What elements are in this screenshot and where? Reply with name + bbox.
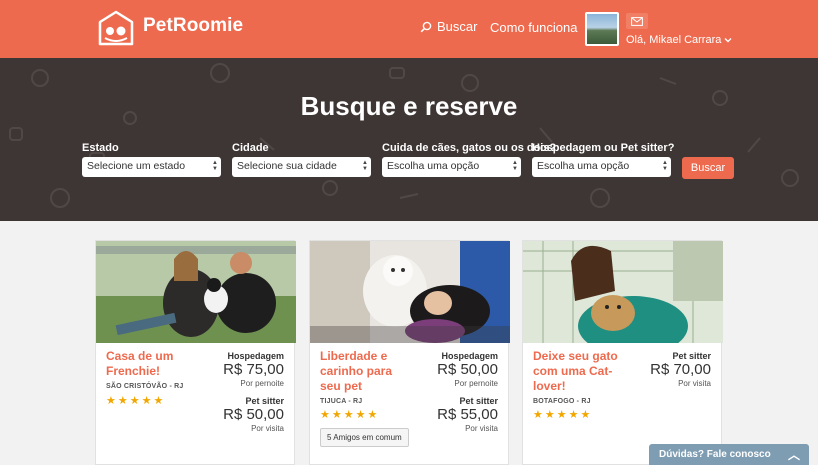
service-unit: Por visita — [251, 424, 284, 433]
star-icon: ★ — [343, 409, 354, 421]
pet-pattern-background — [9, 63, 799, 208]
listing-photo[interactable] — [523, 241, 723, 343]
service-unit: Por visita — [678, 379, 711, 388]
service-pet-sitter: Pet sitter R$ 70,00 Por visita — [650, 351, 711, 388]
state-select-value: Selecione um estado — [87, 160, 186, 172]
service-unit: Por pernoite — [240, 379, 284, 388]
mutual-friends-badge[interactable]: 5 Amigos em comum — [320, 428, 409, 447]
state-label: Estado — [82, 142, 119, 154]
listing-location: SÃO CRISTÓVÃO - RJ — [106, 383, 184, 390]
service-name: Hospedagem — [227, 351, 284, 361]
chevron-down-icon — [724, 38, 732, 43]
service-hosting: Hospedagem R$ 75,00 Por pernoite — [223, 351, 284, 388]
user-greeting: Olá, Mikael Carrara — [626, 34, 722, 46]
city-label: Cidade — [232, 142, 269, 154]
search-button[interactable]: Buscar — [682, 157, 734, 179]
petroomie-logo-icon[interactable] — [97, 10, 135, 46]
pet-type-label: Cuida de cães, gatos ou os dois? — [382, 142, 557, 154]
service-price: R$ 75,00 — [223, 361, 284, 378]
service-name: Hospedagem — [441, 351, 498, 361]
user-avatar[interactable] — [585, 12, 619, 46]
star-icon: ★ — [129, 395, 140, 407]
state-select[interactable]: Selecione um estado ▲ ▼ — [82, 157, 221, 177]
nav-search-label: Buscar — [437, 19, 478, 34]
listing-photo[interactable] — [310, 241, 510, 343]
search-icon — [420, 21, 432, 32]
star-icon: ★ — [141, 395, 152, 407]
star-icon: ★ — [367, 409, 378, 421]
service-type-label: Hospedagem ou Pet sitter? — [532, 142, 675, 154]
service-pet-sitter: Pet sitter R$ 50,00 Por visita — [223, 396, 284, 433]
star-icon: ★ — [568, 409, 579, 421]
service-price: R$ 55,00 — [437, 406, 498, 423]
rating-stars: ★ ★ ★ ★ ★ — [320, 410, 377, 421]
envelope-icon — [631, 16, 643, 26]
listing-card[interactable]: Casa de um Frenchie! SÃO CRISTÓVÃO - RJ … — [95, 240, 296, 465]
select-arrows-icon: ▲ ▼ — [662, 160, 668, 172]
messages-button[interactable] — [626, 13, 648, 29]
pet-type-select-value: Escolha uma opção — [387, 160, 480, 172]
star-icon: ★ — [544, 409, 555, 421]
listing-card[interactable]: Deixe seu gato com uma Cat-lover! BOTAFO… — [522, 240, 723, 465]
service-price: R$ 50,00 — [437, 361, 498, 378]
service-name: Pet sitter — [245, 396, 284, 406]
city-select-value: Selecione sua cidade — [237, 160, 337, 172]
rating-stars: ★ ★ ★ ★ ★ — [106, 396, 163, 407]
star-icon: ★ — [320, 409, 330, 421]
chat-label: Dúvidas? Fale conosco — [659, 449, 771, 460]
star-icon: ★ — [117, 395, 128, 407]
chat-widget[interactable]: Dúvidas? Fale conosco ︿ — [649, 444, 809, 465]
rating-stars: ★ ★ ★ ★ ★ — [533, 410, 590, 421]
star-icon: ★ — [533, 409, 543, 421]
star-icon: ★ — [153, 395, 164, 407]
top-navbar: PetRoomie Buscar Como funciona Olá, Mika… — [0, 0, 818, 58]
hero-title: Busque e reserve — [300, 91, 518, 121]
service-hosting: Hospedagem R$ 50,00 Por pernoite — [437, 351, 498, 388]
service-price: R$ 70,00 — [650, 361, 711, 378]
listing-card[interactable]: Liberdade e carinho para seu pet TIJUCA … — [309, 240, 510, 465]
service-name: Pet sitter — [459, 396, 498, 406]
listing-title[interactable]: Liberdade e carinho para seu pet — [320, 349, 416, 394]
service-unit: Por pernoite — [454, 379, 498, 388]
brand-name[interactable]: PetRoomie — [143, 15, 243, 37]
listing-title[interactable]: Casa de um Frenchie! — [106, 349, 198, 379]
listing-title[interactable]: Deixe seu gato com uma Cat-lover! — [533, 349, 625, 394]
service-type-select[interactable]: Escolha uma opção ▲ ▼ — [532, 157, 671, 177]
select-arrows-icon: ▲ ▼ — [212, 160, 218, 172]
service-name: Pet sitter — [672, 351, 711, 361]
service-type-select-value: Escolha uma opção — [537, 160, 630, 172]
star-icon: ★ — [355, 409, 366, 421]
nav-search-link[interactable]: Buscar — [420, 19, 477, 34]
listing-location: BOTAFOGO - RJ — [533, 398, 591, 405]
user-menu[interactable]: Olá, Mikael Carrara — [626, 34, 732, 46]
star-icon: ★ — [580, 409, 591, 421]
search-hero: Busque e reserve Estado Selecione um est… — [0, 58, 818, 221]
service-pet-sitter: Pet sitter R$ 55,00 Por visita — [437, 396, 498, 433]
listing-location: TIJUCA - RJ — [320, 398, 363, 405]
service-unit: Por visita — [465, 424, 498, 433]
star-icon: ★ — [556, 409, 567, 421]
city-select[interactable]: Selecione sua cidade ▲ ▼ — [232, 157, 371, 177]
star-icon: ★ — [106, 395, 116, 407]
select-arrows-icon: ▲ ▼ — [512, 160, 518, 172]
star-icon: ★ — [331, 409, 342, 421]
listing-photo[interactable] — [96, 241, 296, 343]
pet-type-select[interactable]: Escolha uma opção ▲ ▼ — [382, 157, 521, 177]
select-arrows-icon: ▲ ▼ — [362, 160, 368, 172]
nav-how-it-works-link[interactable]: Como funciona — [490, 20, 577, 35]
service-price: R$ 50,00 — [223, 406, 284, 423]
chevron-up-icon: ︿ — [787, 448, 800, 462]
